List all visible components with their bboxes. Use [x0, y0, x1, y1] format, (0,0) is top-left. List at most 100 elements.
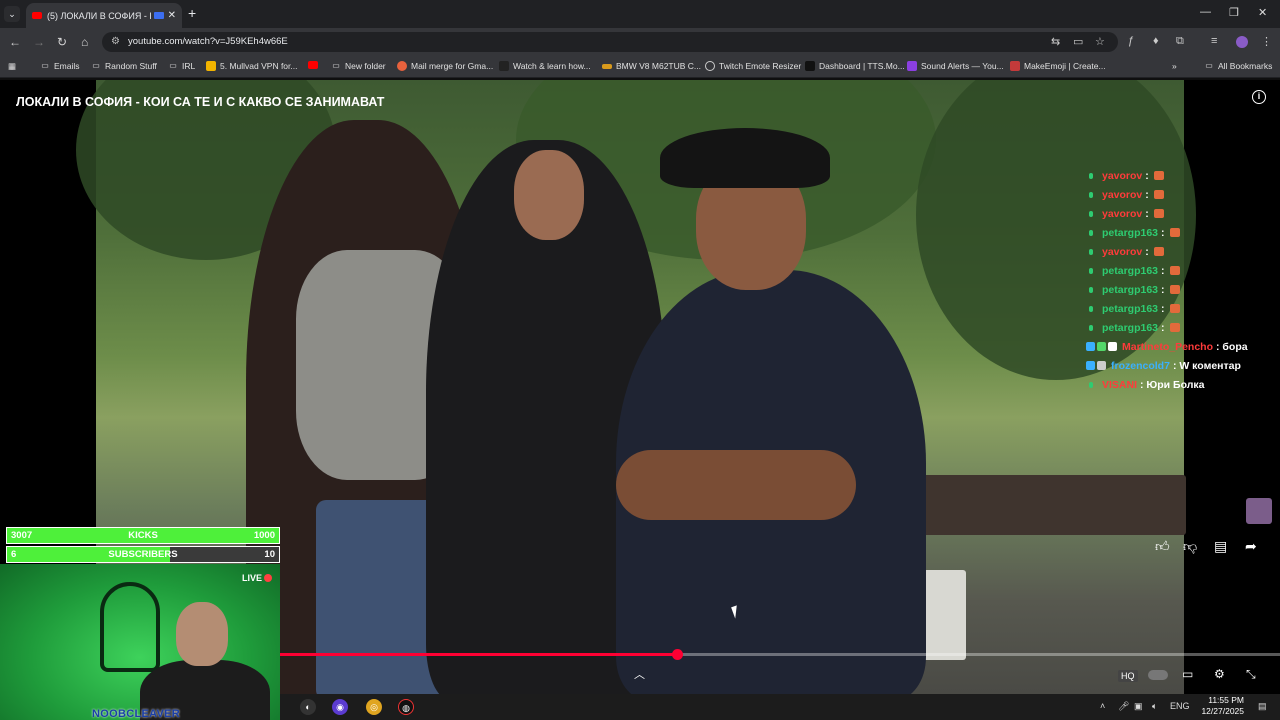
like-icon[interactable]: 👍︎: [1155, 538, 1170, 555]
bookmark-label: Random Stuff: [105, 61, 157, 71]
bookmark-mullvad[interactable]: 5. Mullvad VPN for...: [206, 61, 297, 71]
chat-badge-icon: [1097, 342, 1106, 351]
streamer-head: [176, 602, 228, 666]
chat-overlay: yavorov: yavorov: yavorov: petargp163: yavor…: [1086, 166, 1262, 394]
tab-close-icon[interactable]: ✕: [168, 10, 176, 21]
bookmark-mail-merge[interactable]: Mail merge for Gma...: [397, 61, 493, 71]
apps-grid-icon[interactable]: ▦: [8, 61, 16, 72]
media-controls-icon[interactable]: ≡: [1211, 35, 1217, 47]
bookmark-bmw[interactable]: BMW V8 M62TUB C...: [602, 61, 701, 71]
notifications-icon[interactable]: ▤: [1258, 701, 1267, 712]
language-indicator[interactable]: ENG: [1170, 701, 1190, 711]
system-clock[interactable]: 11:55 PM 12/27/2025: [1198, 695, 1244, 717]
bookmark-label: BMW V8 M62TUB C...: [616, 61, 702, 71]
windows-taskbar: ◐ ◉ ◎ ◍ ˄ 🎤︎ ▣ 🔈︎ ENG ▤: [280, 694, 1280, 720]
clock-time: 11:55 PM: [1208, 695, 1244, 705]
chrome-icon[interactable]: ◎: [366, 699, 382, 715]
settings-gear-icon[interactable]: ⚙: [1214, 667, 1225, 681]
network-icon[interactable]: ▣: [1134, 701, 1143, 712]
bookmark-sound-alerts[interactable]: Sound Alerts — You...: [907, 61, 1004, 71]
chat-text: :: [1161, 321, 1165, 334]
chat-username: yavorov: [1102, 169, 1143, 182]
obs-icon[interactable]: ◍: [398, 699, 414, 715]
bookmark-random-stuff[interactable]: ▭ Random Stuff: [91, 61, 157, 71]
bookmark-label: New folder: [345, 61, 386, 71]
chat-message: petargp163:: [1086, 223, 1262, 242]
bookmark-label: All Bookmarks: [1218, 61, 1273, 71]
mailmerge-icon: [397, 61, 407, 71]
video-progress-bar[interactable]: [280, 649, 1280, 660]
browser-tab-active[interactable]: (5) ЛОКАЛИ В СОФИЯ - КС ✕: [26, 3, 182, 28]
autoplay-toggle[interactable]: [1148, 670, 1168, 680]
bookmark-irl[interactable]: ▭ IRL: [168, 61, 195, 71]
site-info-icon[interactable]: ⚙: [111, 32, 120, 52]
chat-text: : Юри Болка: [1140, 378, 1205, 391]
chat-username: yavorov: [1102, 245, 1143, 258]
miniplayer-icon[interactable]: HQ: [1118, 670, 1138, 682]
speaker-icon[interactable]: 🔈︎: [1152, 701, 1157, 712]
home-icon[interactable]: ⌂: [81, 35, 88, 49]
chat-emote-icon: [1153, 247, 1164, 256]
bookmarks-overflow-icon[interactable]: »: [1172, 61, 1177, 71]
exit-fullscreen-icon[interactable]: ⤡: [1246, 667, 1256, 682]
bookmark-watch-learn[interactable]: Watch & learn how...: [499, 61, 591, 71]
share-icon[interactable]: ➦: [1245, 538, 1257, 555]
address-bar[interactable]: ⚙ youtube.com/watch?v=J59KEh4w66E: [102, 32, 1118, 52]
profile-avatar[interactable]: [1236, 36, 1248, 48]
chat-badge-icon: [1089, 305, 1093, 312]
bookmark-youtube[interactable]: [308, 61, 322, 69]
chat-badge-icon: [1089, 248, 1093, 255]
captions-icon[interactable]: ▭: [1182, 667, 1193, 681]
restore-icon[interactable]: ❐: [1229, 6, 1239, 19]
chat-username: petargp163: [1102, 321, 1159, 334]
bookmark-label: 5. Mullvad VPN for...: [220, 61, 298, 71]
chat-text: :: [1161, 283, 1165, 296]
all-bookmarks[interactable]: ▭ All Bookmarks: [1204, 61, 1272, 71]
chat-message: Martineto_Pencho: бора: [1086, 337, 1262, 356]
bookmark-twitch-emote[interactable]: Twitch Emote Resizer: [705, 61, 801, 71]
reload-icon[interactable]: ↻: [57, 35, 67, 49]
chat-badge-icon: [1086, 361, 1095, 370]
sticker-overlay: [1246, 498, 1272, 524]
chat-badge-icon: [1086, 342, 1095, 351]
extension-fx-icon[interactable]: ƒ: [1128, 35, 1134, 47]
dislike-icon[interactable]: 👎︎: [1183, 538, 1197, 555]
chat-username: VISANI: [1102, 378, 1138, 391]
chevron-up-icon[interactable]: ︿: [634, 666, 645, 682]
subscribers-label: SUBSCRIBERS: [108, 549, 178, 560]
minimize-icon[interactable]: —: [1200, 6, 1211, 18]
info-icon[interactable]: i: [1252, 90, 1266, 104]
bookmark-star-icon[interactable]: ☆: [1095, 35, 1105, 48]
translate-icon[interactable]: ⇆: [1051, 35, 1060, 48]
puzzle-extensions-icon[interactable]: ⧉: [1176, 35, 1184, 48]
bookmark-tts-dashboard[interactable]: Dashboard | TTS.Mo...: [805, 61, 905, 71]
chat-message: yavorov:: [1086, 242, 1262, 261]
back-icon[interactable]: ←: [9, 35, 21, 49]
menu-kebab-icon[interactable]: ⋮: [1261, 35, 1272, 48]
live-label: LIVE: [241, 573, 262, 583]
chat-badge-icon: [1089, 381, 1093, 388]
tray-overflow-icon[interactable]: ˄: [1100, 701, 1105, 711]
bookmark-label: MakeEmoji | Create...: [1024, 61, 1106, 71]
close-window-icon[interactable]: ✕: [1258, 6, 1267, 19]
forward-icon[interactable]: →: [33, 35, 45, 49]
makeemoji-icon: [1010, 61, 1020, 71]
chat-text: :: [1161, 226, 1165, 239]
progress-scrubber[interactable]: [672, 649, 683, 660]
tab-search-icon[interactable]: ⌄: [4, 6, 20, 22]
extension-icon[interactable]: ♦: [1153, 35, 1159, 47]
subscribers-goal-bar: 6 SUBSCRIBERS 10: [6, 546, 280, 563]
new-tab-button[interactable]: +: [188, 5, 196, 21]
bookmark-makeemoji[interactable]: MakeEmoji | Create...: [1010, 61, 1106, 71]
comments-icon[interactable]: ▤: [1214, 538, 1227, 555]
cast-icon[interactable]: ▭: [1073, 35, 1083, 48]
chat-text: : W коментар: [1172, 359, 1241, 372]
bookmark-new-folder[interactable]: ▭ New folder: [331, 61, 386, 71]
app-icon[interactable]: ◐: [300, 699, 316, 715]
app-icon[interactable]: ◉: [332, 699, 348, 715]
bookmark-label: Sound Alerts — You...: [921, 61, 1004, 71]
chat-message: VISANI: Юри Болка: [1086, 375, 1262, 394]
recording-icon: [153, 12, 164, 19]
bookmark-emails[interactable]: ▭ Emails: [40, 61, 79, 71]
mic-icon[interactable]: 🎤︎: [1118, 701, 1129, 712]
